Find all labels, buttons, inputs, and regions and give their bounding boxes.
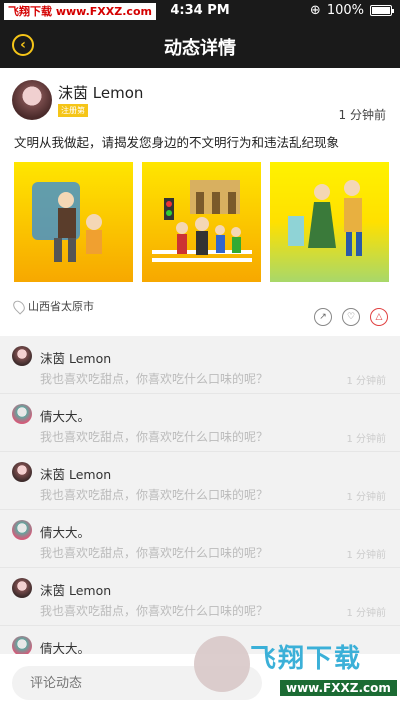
location-pin-icon	[10, 297, 28, 315]
comment-text: 我也喜欢吃甜点，你喜欢吃什么口味的呢？	[40, 488, 269, 502]
post-location: 山西省太原市	[10, 297, 94, 315]
commenter-avatar[interactable]	[12, 636, 32, 656]
page-title: 动态详情	[164, 38, 236, 59]
comment-text: 我也喜欢吃甜点，你喜欢吃什么口味的呢？	[40, 604, 269, 618]
post-actions: ↗ ♡ △	[314, 308, 388, 326]
post-text: 文明从我做起，请揭发您身边的不文明行为和违法乱纪现象	[14, 135, 340, 150]
photo-grid	[14, 162, 389, 282]
author-name[interactable]: 沫茵 Lemon	[58, 82, 143, 103]
post-timestamp: 1 分钟前	[338, 108, 386, 122]
lock-rotation-icon: ⊕	[309, 3, 321, 18]
commenter-avatar[interactable]	[12, 520, 32, 540]
watermark-logo: 飞翔下载 www.FXXZ.com	[190, 632, 400, 712]
comment-text: 我也喜欢吃甜点，你喜欢吃什么口味的呢？	[40, 372, 269, 386]
commenter-name[interactable]: 沫茵 Lemon	[40, 464, 111, 483]
comment-item[interactable]: 倩大大。 我也喜欢吃甜点，你喜欢吃什么口味的呢？ 1 分钟前	[0, 394, 400, 452]
comment-text: 我也喜欢吃甜点，你喜欢吃什么口味的呢？	[40, 546, 269, 560]
share-icon[interactable]: ↗	[314, 308, 332, 326]
post-photo-1[interactable]	[14, 162, 133, 282]
comment-time: 1 分钟前	[346, 376, 386, 387]
comment-item[interactable]: 沫茵 Lemon 我也喜欢吃甜点，你喜欢吃什么口味的呢？ 1 分钟前	[0, 336, 400, 394]
comment-item[interactable]: 沫茵 Lemon 我也喜欢吃甜点，你喜欢吃什么口味的呢？ 1 分钟前	[0, 452, 400, 510]
commenter-avatar[interactable]	[12, 578, 32, 598]
commenter-avatar[interactable]	[12, 346, 32, 366]
battery-icon	[370, 5, 394, 16]
status-bar: 飞翔下载 www.FXXZ.com 4:34 PM ⊕ 100%	[0, 0, 400, 22]
nav-bar: ‹ 动态详情	[0, 22, 400, 68]
author-badge: 注册第	[58, 104, 88, 117]
comment-list: 沫茵 Lemon 我也喜欢吃甜点，你喜欢吃什么口味的呢？ 1 分钟前 倩大大。 …	[0, 336, 400, 656]
commenter-name[interactable]: 倩大大。	[40, 522, 90, 541]
comment-time: 1 分钟前	[346, 492, 386, 503]
commenter-name[interactable]: 沫茵 Lemon	[40, 580, 111, 599]
comment-item[interactable]: 沫茵 Lemon 我也喜欢吃甜点，你喜欢吃什么口味的呢？ 1 分钟前	[0, 568, 400, 626]
comment-text: 我也喜欢吃甜点，你喜欢吃什么口味的呢？	[40, 430, 269, 444]
commenter-avatar[interactable]	[12, 462, 32, 482]
battery-percent: 100%	[326, 3, 364, 18]
comment-time: 1 分钟前	[346, 550, 386, 561]
commenter-avatar[interactable]	[12, 404, 32, 424]
comment-time: 1 分钟前	[346, 434, 386, 445]
watermark-url: www.FXXZ.com	[280, 680, 397, 696]
status-right: ⊕ 100%	[309, 3, 394, 18]
location-text: 山西省太原市	[28, 300, 94, 313]
watermark-emblem	[194, 636, 250, 692]
commenter-name[interactable]: 倩大大。	[40, 406, 90, 425]
like-heart-icon[interactable]: ♡	[342, 308, 360, 326]
comment-time: 1 分钟前	[346, 608, 386, 619]
author-avatar[interactable]	[12, 80, 52, 120]
post-photo-3[interactable]	[270, 162, 389, 282]
watermark-title: 飞翔下载	[250, 644, 363, 674]
comment-item[interactable]: 倩大大。 我也喜欢吃甜点，你喜欢吃什么口味的呢？ 1 分钟前	[0, 510, 400, 568]
commenter-name[interactable]: 沫茵 Lemon	[40, 348, 111, 367]
post-card: 沫茵 Lemon 注册第 1 分钟前 文明从我做起，请揭发您身边的不文明行为和违…	[0, 68, 400, 336]
post-photo-2[interactable]	[142, 162, 261, 282]
report-warning-icon[interactable]: △	[370, 308, 388, 326]
